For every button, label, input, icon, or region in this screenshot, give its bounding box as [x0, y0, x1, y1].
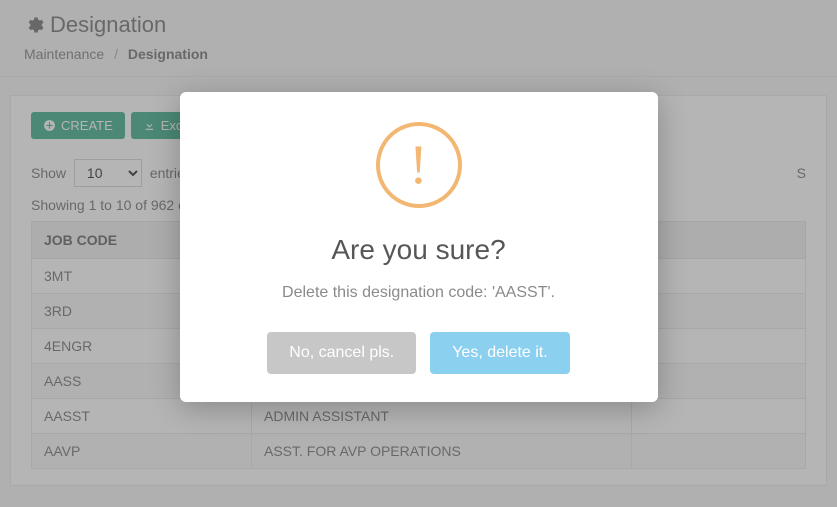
confirm-delete-button[interactable]: Yes, delete it.	[430, 332, 569, 374]
confirm-modal: ! Are you sure? Delete this designation …	[180, 92, 658, 402]
warning-icon: !	[376, 122, 462, 208]
exclamation-icon: !	[409, 137, 428, 193]
modal-overlay[interactable]: ! Are you sure? Delete this designation …	[0, 0, 837, 507]
modal-title: Are you sure?	[210, 234, 628, 266]
modal-actions: No, cancel pls. Yes, delete it.	[210, 332, 628, 374]
modal-message: Delete this designation code: 'AASST'.	[210, 284, 628, 302]
cancel-button[interactable]: No, cancel pls.	[267, 332, 416, 374]
